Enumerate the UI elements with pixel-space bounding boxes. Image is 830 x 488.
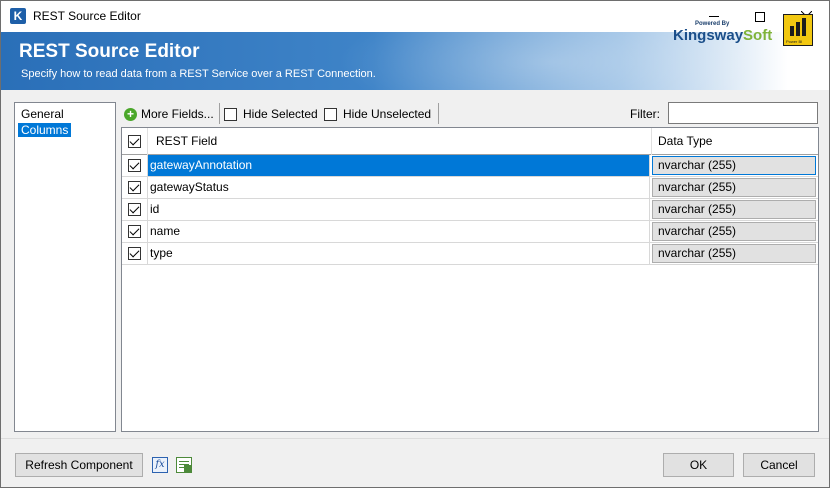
rest-field-cell[interactable]: id [148,199,650,220]
minimize-icon [709,16,719,17]
brand-name-soft: Soft [743,27,773,44]
footer-divider [1,438,829,439]
ok-button[interactable]: OK [663,453,734,477]
row-checkbox[interactable] [128,225,141,238]
row-checkbox-cell[interactable] [122,243,148,264]
header-rest-field[interactable]: REST Field [148,128,652,155]
row-checkbox-cell[interactable] [122,155,148,176]
more-fields-button[interactable]: + More Fields... [124,104,214,124]
add-circle-icon: + [124,107,137,121]
row-checkbox[interactable] [128,159,141,172]
row-checkbox[interactable] [128,203,141,216]
row-checkbox[interactable] [128,181,141,194]
row-checkbox-cell[interactable] [122,177,148,198]
cancel-button[interactable]: Cancel [743,453,815,477]
maximize-icon [755,11,765,22]
fx-expression-icon[interactable]: fx [152,457,168,473]
table-settings-icon[interactable] [176,457,192,473]
table-row[interactable]: name nvarchar (255) [122,221,818,243]
rest-field-cell[interactable]: gatewayStatus [148,177,650,198]
filter-input[interactable] [668,102,818,124]
data-type-cell[interactable]: nvarchar (255) [652,222,816,241]
kingswaysoft-logo: Powered By KingswaySoft [673,21,772,47]
hide-selected-checkbox[interactable]: Hide Selected [224,104,318,124]
rest-field-cell[interactable]: gatewayAnnotation [148,155,650,176]
hide-selected-label: Hide Selected [243,107,318,121]
hide-unselected-checkbox[interactable]: Hide Unselected [324,104,431,124]
toolbar-separator [438,103,439,124]
toolbar-separator [219,103,220,124]
banner-subtitle: Specify how to read data from a REST Ser… [21,68,376,80]
table-row[interactable]: gatewayAnnotation nvarchar (255) [122,155,818,177]
editor-nav-list: General Columns [14,102,116,432]
window-title: REST Source Editor [33,9,141,23]
power-bi-label: Power BI [786,39,803,44]
rest-field-cell[interactable]: name [148,221,650,242]
row-checkbox[interactable] [128,247,141,260]
nav-item-general[interactable]: General [18,107,67,121]
row-checkbox-cell[interactable] [122,199,148,220]
hide-unselected-label: Hide Unselected [343,107,432,121]
nav-item-columns[interactable]: Columns [18,123,72,137]
brand-name: KingswaySoft [673,27,772,44]
data-type-cell[interactable]: nvarchar (255) [652,244,816,263]
data-type-cell[interactable]: nvarchar (255) [652,156,816,175]
banner-title: REST Source Editor [19,41,200,62]
hide-selected-box [224,107,237,121]
rest-field-cell[interactable]: type [148,243,650,264]
row-checkbox-cell[interactable] [122,221,148,242]
filter-label: Filter: [630,107,660,121]
header-data-type[interactable]: Data Type [652,128,818,155]
data-type-cell[interactable]: nvarchar (255) [652,178,816,197]
kingswaysoft-app-icon: K [10,8,26,24]
table-row[interactable]: gatewayStatus nvarchar (255) [122,177,818,199]
data-type-cell[interactable]: nvarchar (255) [652,200,816,219]
brand-name-ingsway: ingsway [683,27,744,44]
refresh-component-button[interactable]: Refresh Component [15,453,143,477]
select-all-checkbox[interactable] [128,135,141,148]
more-fields-label: More Fields... [141,107,214,121]
grid-header: REST Field Data Type [122,128,818,155]
table-row[interactable]: type nvarchar (255) [122,243,818,265]
brand-name-k: K [673,27,684,44]
table-row[interactable]: id nvarchar (255) [122,199,818,221]
hide-unselected-box [324,107,337,121]
columns-grid: REST Field Data Type gatewayAnnotation n… [121,127,819,432]
select-all-cell[interactable] [122,128,148,155]
power-bi-logo-icon: Power BI [783,14,813,46]
rest-source-editor-window: K REST Source Editor REST Source Editor … [0,0,830,488]
